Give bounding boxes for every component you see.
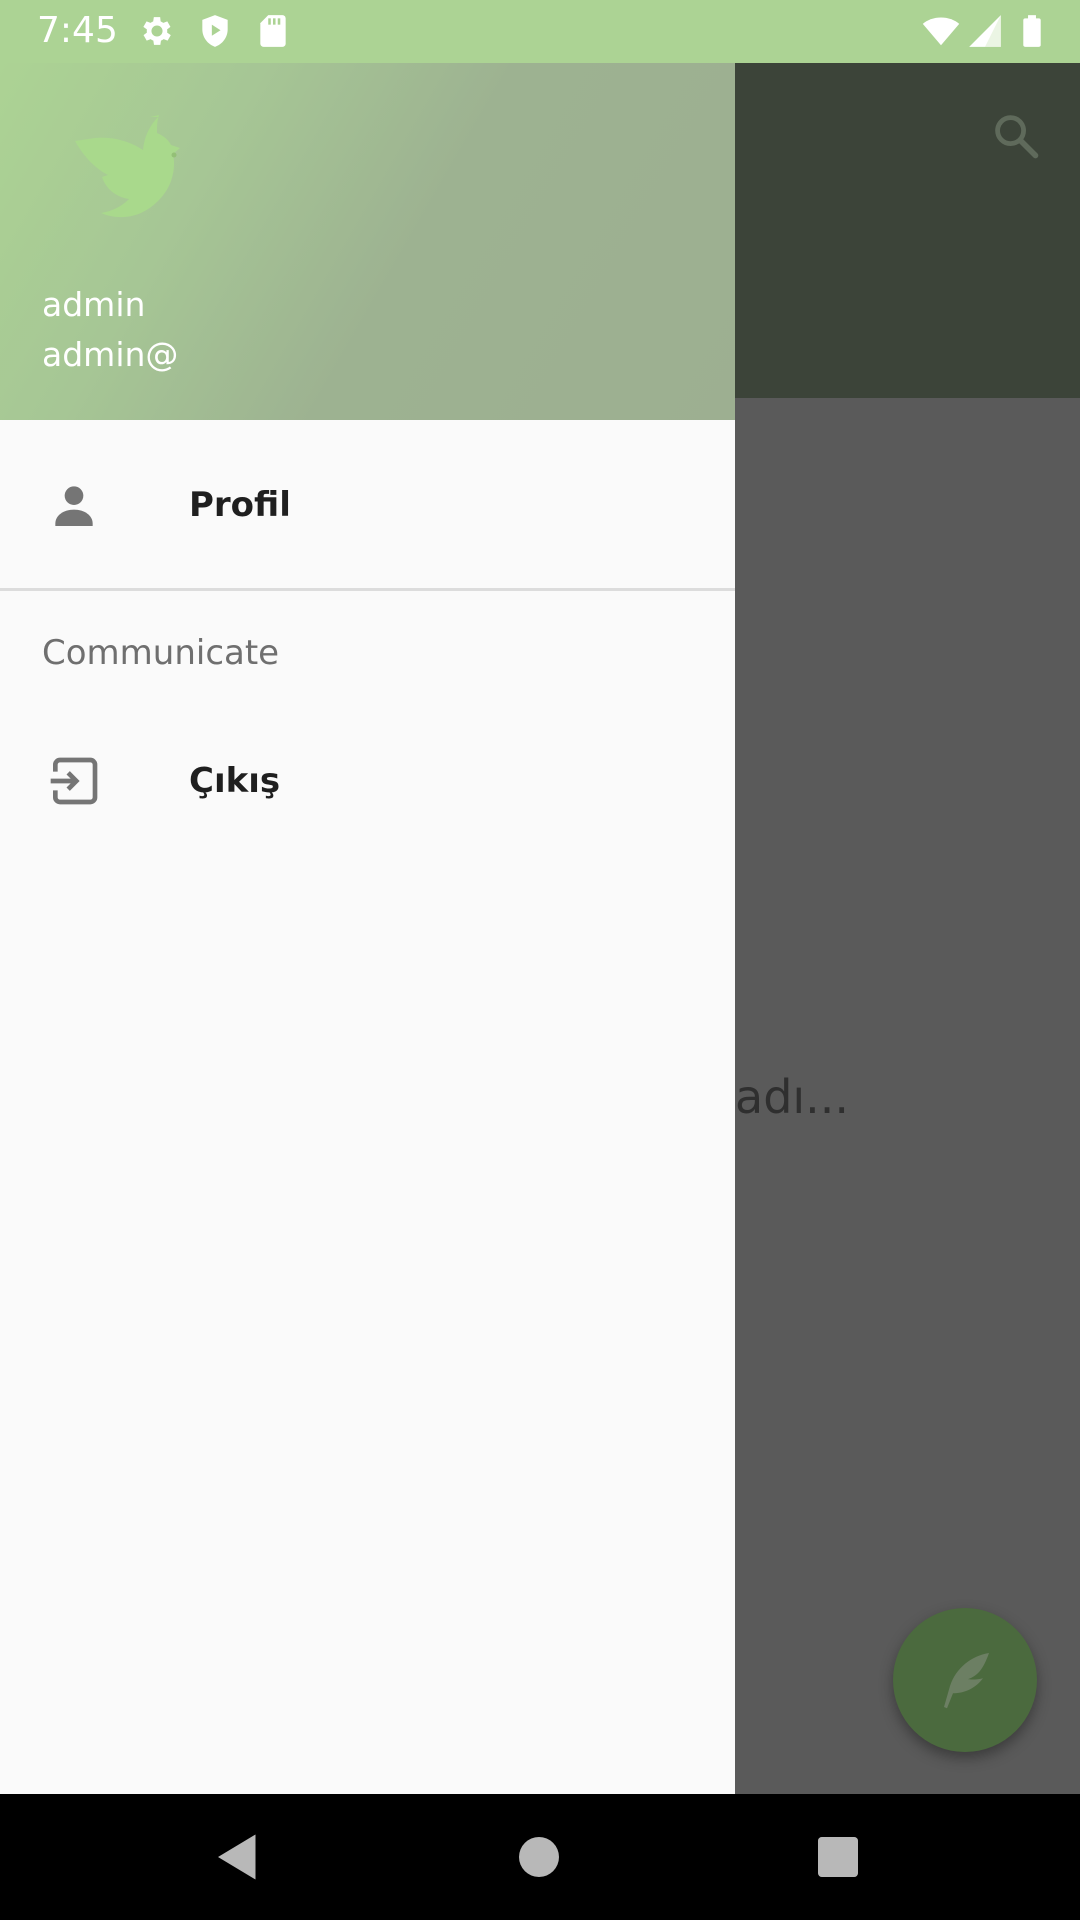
dove-icon (75, 115, 180, 218)
status-time: 7:45 (37, 10, 118, 51)
drawer-username: admin (42, 285, 146, 324)
home-button[interactable] (509, 1827, 569, 1887)
screen: adı... 7:45 admin admin@ Profil Communic… (0, 0, 1080, 1920)
feather-icon (944, 1653, 989, 1709)
drawer-divider (0, 588, 735, 591)
app-content-text: adı... (735, 1070, 850, 1124)
system-nav-bar (0, 1794, 1080, 1920)
person-icon (55, 486, 93, 526)
back-button[interactable] (208, 1827, 268, 1887)
navigation-drawer: admin admin@ Profil Communicate Çıkış (0, 63, 735, 1794)
recents-button[interactable] (808, 1827, 868, 1887)
menu-item-profil-label: Profil (189, 485, 291, 525)
menu-item-cikis[interactable]: Çıkış (0, 716, 735, 846)
shield-play-icon (202, 15, 228, 47)
sd-card-icon (260, 15, 286, 47)
logout-icon (50, 757, 98, 805)
drawer-email: admin@ (42, 335, 179, 374)
status-bar: 7:45 (0, 0, 1080, 63)
menu-item-cikis-label: Çıkış (189, 761, 281, 801)
signal-icon (969, 15, 1001, 47)
gear-icon (143, 17, 171, 45)
compose-fab[interactable] (893, 1608, 1037, 1752)
drawer-header: admin admin@ (0, 63, 735, 420)
menu-item-profil[interactable]: Profil (0, 440, 735, 570)
section-header-communicate: Communicate (42, 633, 280, 673)
wifi-icon (922, 17, 960, 46)
battery-icon (1023, 15, 1041, 47)
search-icon[interactable] (990, 110, 1042, 162)
